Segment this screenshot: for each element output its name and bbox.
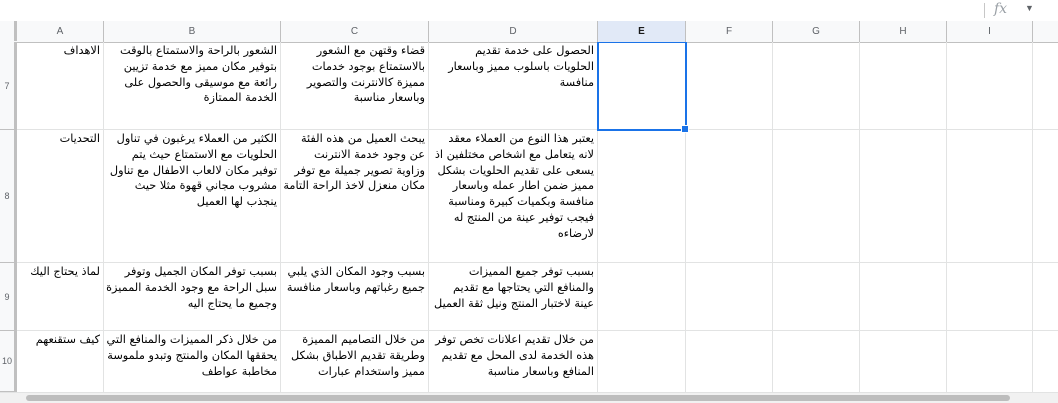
formula-bar: fx ▼ [0, 0, 1058, 22]
cell-e8[interactable] [598, 130, 686, 262]
cell-c9[interactable]: بسبب وجود المكان الذي يلبي جميع رغباتهم … [281, 263, 429, 330]
cell-f7[interactable] [686, 42, 773, 129]
column-header-b[interactable]: B [104, 21, 281, 42]
cell-a9[interactable]: لماذ يحتاج اليك [17, 263, 104, 330]
column-header-bar: A B C D E F G H I [0, 21, 1058, 43]
cell-c10[interactable]: من خلال التصاميم المميزة وطريقة تقديم ال… [281, 331, 429, 392]
column-header-a[interactable]: A [17, 21, 104, 42]
formula-bar-divider [984, 3, 985, 18]
cell-b7[interactable]: الشعور بالراحة والاستمتاع بالوقت بتوفير … [104, 42, 281, 129]
column-header-h[interactable]: H [860, 21, 947, 42]
cell-c7[interactable]: قضاء وقتهن مع الشعور بالاستمتاع بوجود خد… [281, 42, 429, 129]
cell-f10[interactable] [686, 331, 773, 392]
cell-text: الشعور بالراحة والاستمتاع بالوقت بتوفير … [119, 44, 277, 105]
cell-text: يبحث العميل من هذه الفئة عن وجود خدمة ال… [283, 132, 425, 193]
cell-d10[interactable]: من خلال تقديم اعلانات تخص توفر هذه الخدم… [429, 331, 598, 392]
row-number: 10 [1, 356, 12, 366]
cell-text: من خلال تقديم اعلانات تخص توفر هذه الخدم… [435, 333, 594, 378]
cell-text: الحصول على خدمة تقديم الحلويات باسلوب مم… [448, 44, 594, 89]
cell-g7[interactable] [773, 42, 860, 129]
row-number: 8 [4, 191, 10, 201]
cell-i8[interactable] [947, 130, 1033, 262]
row-number: 9 [4, 291, 10, 302]
cell-g8[interactable] [773, 130, 860, 262]
cell-text: بسبب وجود المكان الذي يلبي جميع رغباتهم … [286, 265, 425, 294]
scrollbar-thumb[interactable] [26, 395, 1010, 401]
cell-b8[interactable]: الكثير من العملاء يرغبون في تناول الحلوي… [104, 130, 281, 262]
cell-text: الكثير من العملاء يرغبون في تناول الحلوي… [109, 132, 277, 209]
row-number: 7 [4, 80, 10, 91]
row-header-7[interactable]: 7 [0, 42, 17, 130]
select-all-corner[interactable] [0, 21, 17, 41]
cell-h7[interactable] [860, 42, 947, 129]
cell-g10[interactable] [773, 331, 860, 392]
cell-text: كيف ستقنعهم [35, 333, 100, 346]
column-header-c[interactable]: C [281, 21, 429, 42]
cell-text: يعتبر هذا النوع من العملاء معقد لانه يتع… [434, 132, 594, 240]
table-row: لماذ يحتاج اليك بسبب توفر المكان الجميل … [17, 263, 1058, 331]
cell-a10[interactable]: كيف ستقنعهم [17, 331, 104, 392]
cell-d7[interactable]: الحصول على خدمة تقديم الحلويات باسلوب مم… [429, 42, 598, 129]
row-header-8[interactable]: 8 [0, 130, 17, 263]
table-row: الاهداف الشعور بالراحة والاستمتاع بالوقت… [17, 42, 1058, 130]
column-header-i[interactable]: I [947, 21, 1033, 42]
cell-f8[interactable] [686, 130, 773, 262]
cell-d9[interactable]: بسبب توفر جميع المميزات والمنافع التي يح… [429, 263, 598, 330]
chevron-down-icon[interactable]: ▼ [1025, 3, 1034, 13]
cell-text: التحديات [59, 132, 100, 145]
cell-i10[interactable] [947, 331, 1033, 392]
horizontal-scrollbar[interactable] [0, 392, 1058, 403]
fill-handle[interactable] [681, 125, 689, 133]
cell-b9[interactable]: بسبب توفر المكان الجميل وتوفر سبل الراحة… [104, 263, 281, 330]
table-row: التحديات الكثير من العملاء يرغبون في تنا… [17, 130, 1058, 263]
column-header-e[interactable]: E [598, 21, 686, 42]
cell-d8[interactable]: يعتبر هذا النوع من العملاء معقد لانه يتع… [429, 130, 598, 262]
cell-g9[interactable] [773, 263, 860, 330]
cell-i9[interactable] [947, 263, 1033, 330]
cell-text: من خلال ذكر المميزات والمنافع التي يحققه… [106, 333, 277, 378]
cell-text: بسبب توفر جميع المميزات والمنافع التي يح… [434, 265, 594, 310]
sheet-grid: الاهداف الشعور بالراحة والاستمتاع بالوقت… [17, 42, 1058, 392]
column-header-f[interactable]: F [686, 21, 773, 42]
cell-h9[interactable] [860, 263, 947, 330]
column-header-g[interactable]: G [773, 21, 860, 42]
cell-text: من خلال التصاميم المميزة وطريقة تقديم ال… [290, 333, 425, 378]
cell-text: بسبب توفر المكان الجميل وتوفر سبل الراحة… [106, 265, 277, 310]
row-header-10[interactable]: 10 [0, 331, 17, 392]
active-cell-selection[interactable] [597, 42, 689, 133]
cell-i7[interactable] [947, 42, 1033, 129]
cell-text: قضاء وقتهن مع الشعور بالاستمتاع بوجود خد… [306, 44, 425, 105]
row-header-9[interactable]: 9 [0, 263, 17, 331]
column-header-d[interactable]: D [429, 21, 598, 42]
cell-text: الاهداف [63, 44, 100, 57]
cell-f9[interactable] [686, 263, 773, 330]
table-row: كيف ستقنعهم من خلال ذكر المميزات والمناف… [17, 331, 1058, 392]
fx-icon[interactable]: fx [994, 1, 1007, 17]
cell-a7[interactable]: الاهداف [17, 42, 104, 129]
cell-b10[interactable]: من خلال ذكر المميزات والمنافع التي يحققه… [104, 331, 281, 392]
cell-c8[interactable]: يبحث العميل من هذه الفئة عن وجود خدمة ال… [281, 130, 429, 262]
cell-h8[interactable] [860, 130, 947, 262]
cell-h10[interactable] [860, 331, 947, 392]
cell-text: لماذ يحتاج اليك [30, 265, 100, 278]
cell-e10[interactable] [598, 331, 686, 392]
cell-e9[interactable] [598, 263, 686, 330]
cell-a8[interactable]: التحديات [17, 130, 104, 262]
